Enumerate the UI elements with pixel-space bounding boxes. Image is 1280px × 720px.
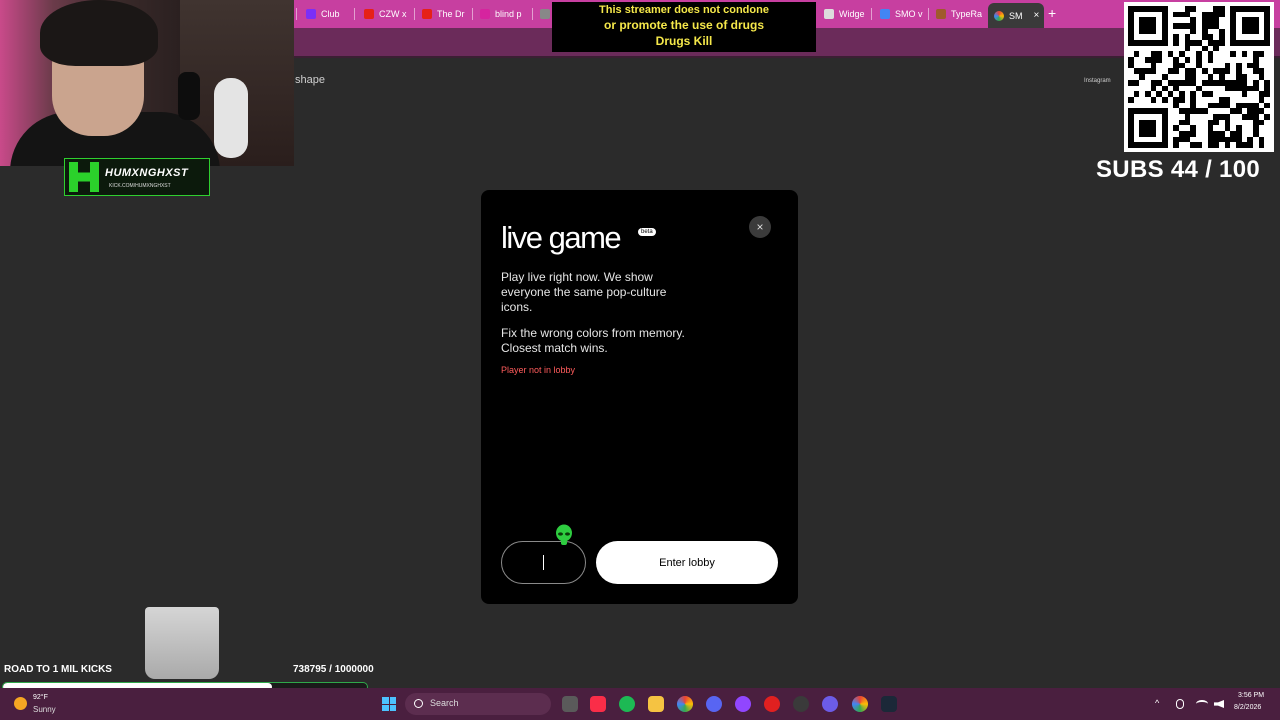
tab-separator xyxy=(928,8,929,20)
typeracer-icon xyxy=(936,9,946,19)
enter-lobby-button[interactable]: Enter lobby xyxy=(596,541,778,584)
tab-label: TypeRa xyxy=(951,9,983,19)
tab-separator xyxy=(871,8,872,20)
site-logo[interactable]: shape xyxy=(295,74,325,86)
youtube-icon xyxy=(422,9,432,19)
tab-blind[interactable]: blind p xyxy=(474,4,530,24)
taskbar-search[interactable]: Search xyxy=(405,693,551,715)
tab-widget[interactable]: Widge xyxy=(818,4,868,24)
sun-icon[interactable] xyxy=(14,697,27,710)
tab-separator xyxy=(296,8,297,20)
modal-title: live game xyxy=(501,220,622,255)
disclaimer-line: or promote the use of drugs xyxy=(603,18,764,32)
tab-label: SMO v xyxy=(895,9,923,19)
new-tab-button[interactable]: + xyxy=(1048,5,1056,21)
youtube-icon xyxy=(364,9,374,19)
club-favicon-icon xyxy=(306,9,316,19)
volume-icon[interactable] xyxy=(1214,700,1224,708)
task-view-icon[interactable] xyxy=(562,696,578,712)
discord-icon[interactable] xyxy=(706,696,722,712)
tab-label: blind p xyxy=(495,9,522,19)
webcam-feed xyxy=(0,0,294,166)
kick-logo-icon xyxy=(69,162,99,192)
subs-goal: SUBS 44 / 100 xyxy=(1096,156,1260,183)
modal-instructions: Fix the wrong colors from memory. Closes… xyxy=(501,326,685,355)
qr-module xyxy=(1264,142,1270,148)
twitch-app-icon[interactable] xyxy=(735,696,751,712)
tab-separator xyxy=(532,8,533,20)
weather-condition[interactable]: Sunny xyxy=(33,705,56,714)
close-button[interactable]: × xyxy=(749,216,771,238)
spotify-icon[interactable] xyxy=(619,696,635,712)
steam-icon[interactable] xyxy=(881,696,897,712)
streamer-badge: HUMXNGHXST KICK.COM/HUMXNGHXST xyxy=(64,158,210,196)
tab-label: Widge xyxy=(839,9,865,19)
clock-time[interactable]: 3:56 PM xyxy=(1238,692,1264,699)
tab-separator xyxy=(472,8,473,20)
taskbar: 92°F Sunny Search ^ 3:56 PM 8/2/2026 xyxy=(0,688,1280,720)
kicks-goal-label: ROAD TO 1 MIL KICKS xyxy=(4,664,112,675)
tab-separator xyxy=(354,8,355,20)
tab-label: CZW x xyxy=(379,9,407,19)
alien-icon[interactable] xyxy=(555,524,573,546)
streaming-app-icon[interactable] xyxy=(822,696,838,712)
tab-sm-active[interactable]: SM × xyxy=(988,3,1044,28)
search-placeholder: Search xyxy=(430,698,459,708)
tab-close-icon[interactable]: × xyxy=(1034,10,1040,21)
tab-separator xyxy=(414,8,415,20)
live-game-modal: live game beta × Play live right now. We… xyxy=(481,190,798,604)
tray-overflow-chevron-icon[interactable]: ^ xyxy=(1155,698,1159,708)
kicks-goal-count: 738795 / 1000000 xyxy=(293,664,374,675)
plush-toy xyxy=(214,78,248,158)
microphone-icon xyxy=(178,72,200,120)
clock-date[interactable]: 8/2/2026 xyxy=(1234,704,1261,711)
webcam-person-hair xyxy=(40,0,158,66)
wifi-icon[interactable] xyxy=(1196,700,1208,708)
chrome-active-icon[interactable] xyxy=(852,696,868,712)
tab-czw[interactable]: CZW x xyxy=(358,4,412,24)
qr-code-pattern xyxy=(1128,6,1270,148)
tab-label: The Dr xyxy=(437,9,465,19)
disclaimer-banner: This streamer does not condone or promot… xyxy=(552,2,816,52)
tab-label: Club xyxy=(321,9,340,19)
glass-cup xyxy=(145,607,219,679)
tab-club[interactable]: Club xyxy=(300,4,352,24)
file-explorer-icon[interactable] xyxy=(648,696,664,712)
obs-studio-icon[interactable] xyxy=(793,696,809,712)
qr-code xyxy=(1124,2,1274,152)
tab-hidden[interactable] xyxy=(534,4,550,24)
weather-temperature[interactable]: 92°F xyxy=(33,694,48,701)
streamer-name: HUMXNGHXST xyxy=(105,167,189,179)
page-favicon-icon xyxy=(540,9,550,19)
lobby-status-message: Player not in lobby xyxy=(501,365,576,375)
disclaimer-line: Drugs Kill xyxy=(655,34,713,48)
tab-the-dr[interactable]: The Dr xyxy=(416,4,470,24)
tab-label: SM xyxy=(1009,10,1023,21)
tab-typera[interactable]: TypeRa xyxy=(930,4,984,24)
disclaimer-line: This streamer does not condone xyxy=(599,4,769,16)
apple-music-icon[interactable] xyxy=(590,696,606,712)
instagram-link[interactable]: Instagram xyxy=(1084,78,1111,84)
widget-favicon-icon xyxy=(824,9,834,19)
chrome-icon[interactable] xyxy=(677,696,693,712)
streamer-url: KICK.COM/HUMXNGHXST xyxy=(109,183,171,189)
windows-start-icon[interactable] xyxy=(382,697,396,711)
chrome-icon xyxy=(994,10,1004,21)
instagram-icon xyxy=(480,9,490,19)
search-icon xyxy=(414,699,423,708)
text-caret xyxy=(543,555,544,570)
microphone-icon[interactable] xyxy=(1176,699,1184,709)
modal-description: Play live right now. We show everyone th… xyxy=(501,270,667,314)
beta-badge: beta xyxy=(638,228,656,236)
obs-record-icon[interactable] xyxy=(764,696,780,712)
tab-smo[interactable]: SMO v xyxy=(874,4,926,24)
smo-favicon-icon xyxy=(880,9,890,19)
